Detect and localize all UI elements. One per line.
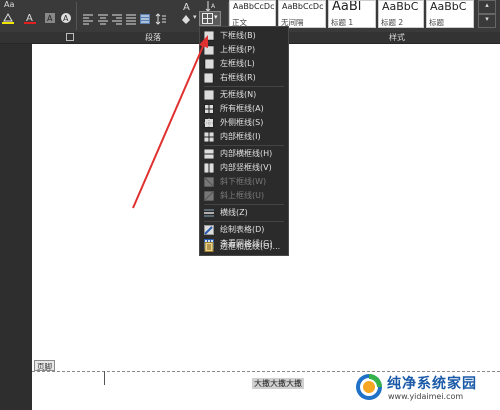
watermark: 纯净系统家园 www.yidaimei.com xyxy=(354,372,494,406)
watermark-url: www.yidaimei.com xyxy=(388,392,464,401)
annotation-arrow xyxy=(132,35,208,209)
watermark-logo-icon xyxy=(356,374,382,400)
word-window: { "ribbon": { "paragraph_group_label": "… xyxy=(0,0,500,410)
watermark-title: 纯净系统家园 xyxy=(387,376,477,392)
